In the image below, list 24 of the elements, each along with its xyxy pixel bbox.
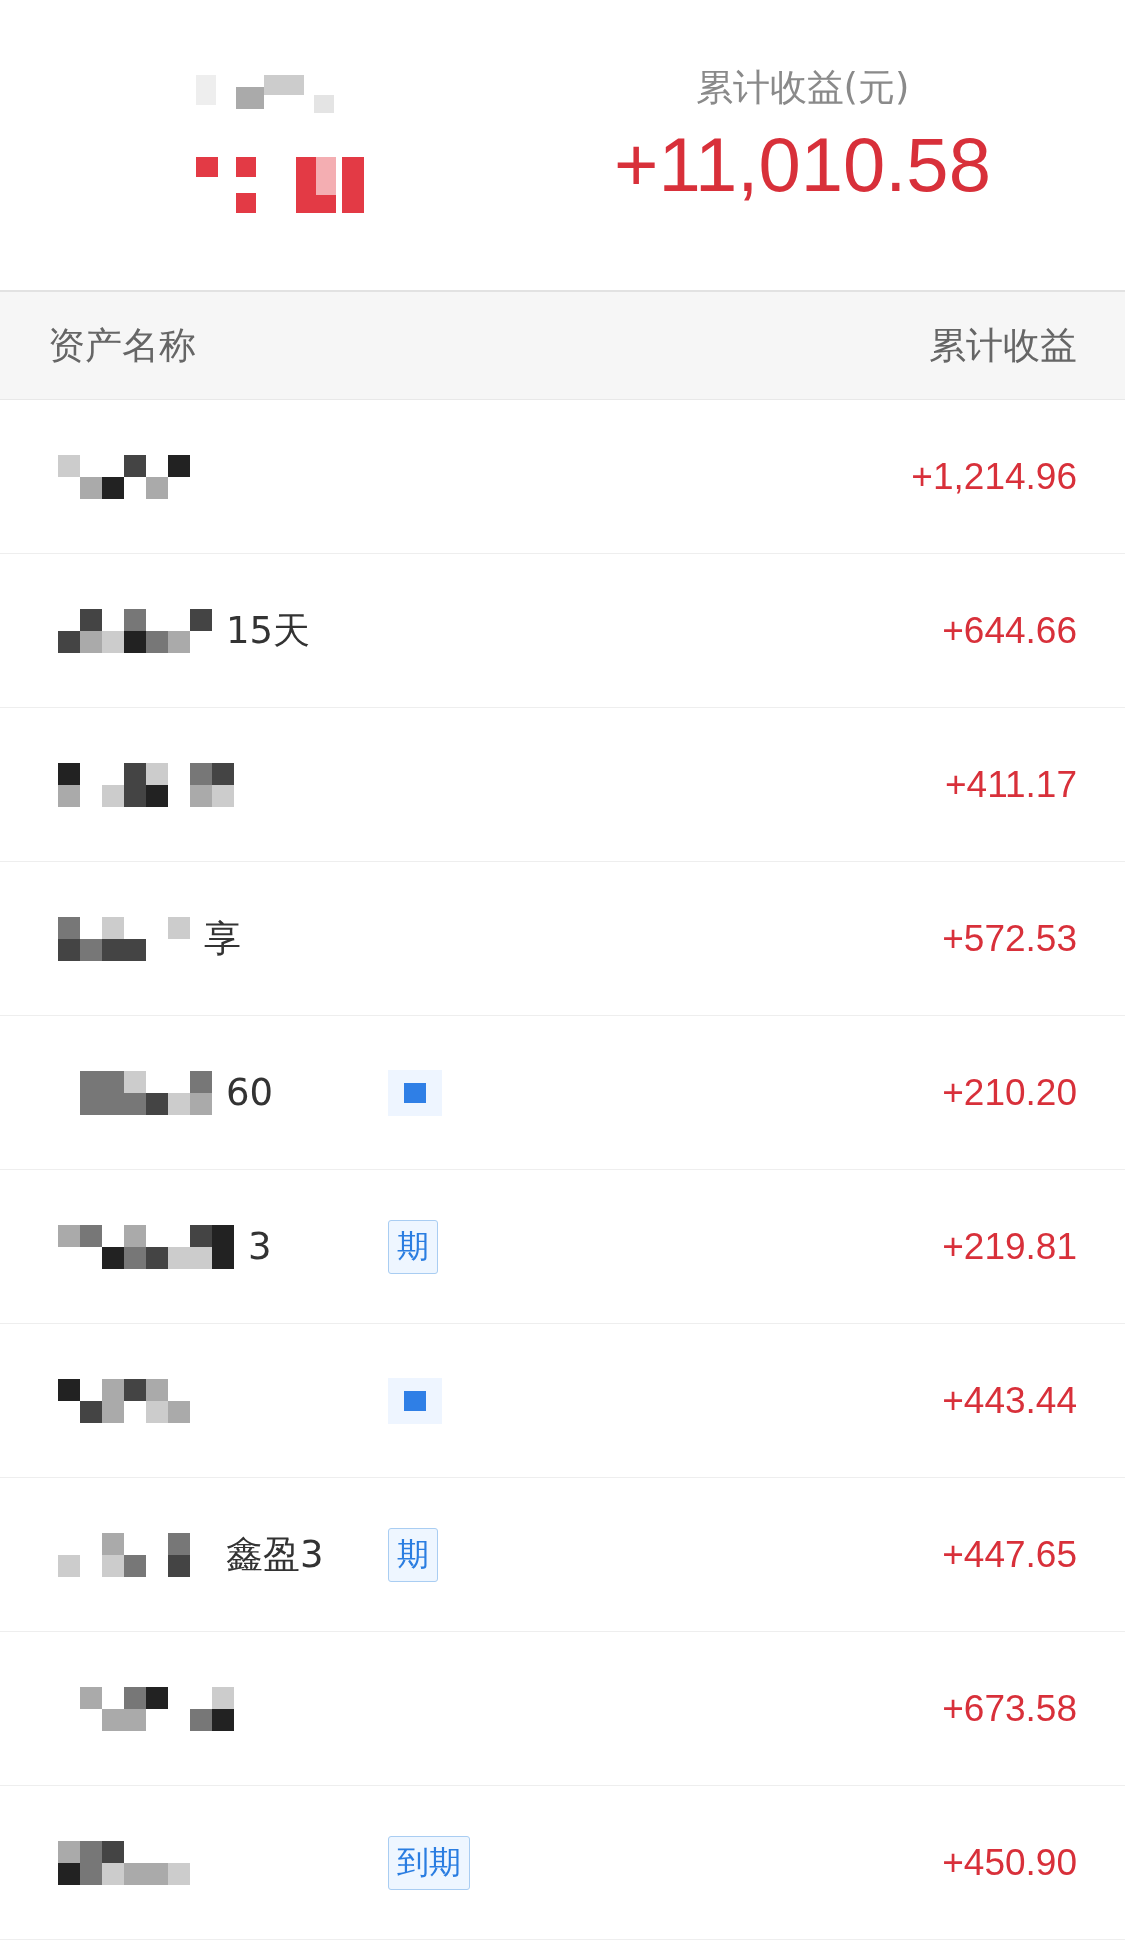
asset-earnings: +210.20 [942,1071,1077,1114]
asset-earnings: +443.44 [942,1379,1077,1422]
maturity-tag: 期 [388,1219,438,1274]
asset-earnings: +1,214.96 [911,455,1077,498]
column-header: 资产名称 [48,322,196,369]
asset-earnings: +450.90 [942,1841,1077,1884]
total-earnings: +11,010.58 [614,120,991,208]
masked-tag [388,1069,442,1116]
summary-title: 累计收益(元) [695,64,910,111]
asset-name: 3 [248,1225,272,1268]
asset-name: 享 [204,915,241,962]
asset-name: 15天 [226,607,311,654]
asset-earnings: +219.81 [942,1225,1077,1268]
maturity-tag: 到期 [388,1835,470,1890]
asset-earnings: +447.65 [942,1533,1077,1576]
asset-earnings: +572.53 [942,917,1077,960]
asset-earnings: +644.66 [942,609,1077,652]
maturity-tag: 期 [388,1527,438,1582]
asset-earnings: +411.17 [944,763,1077,806]
column-header: 累计收益 [929,322,1077,369]
masked-tag [388,1377,442,1424]
asset-earnings: +673.58 [942,1687,1077,1730]
asset-name: 鑫盈3 [226,1531,324,1578]
asset-name: 60 [226,1071,274,1114]
